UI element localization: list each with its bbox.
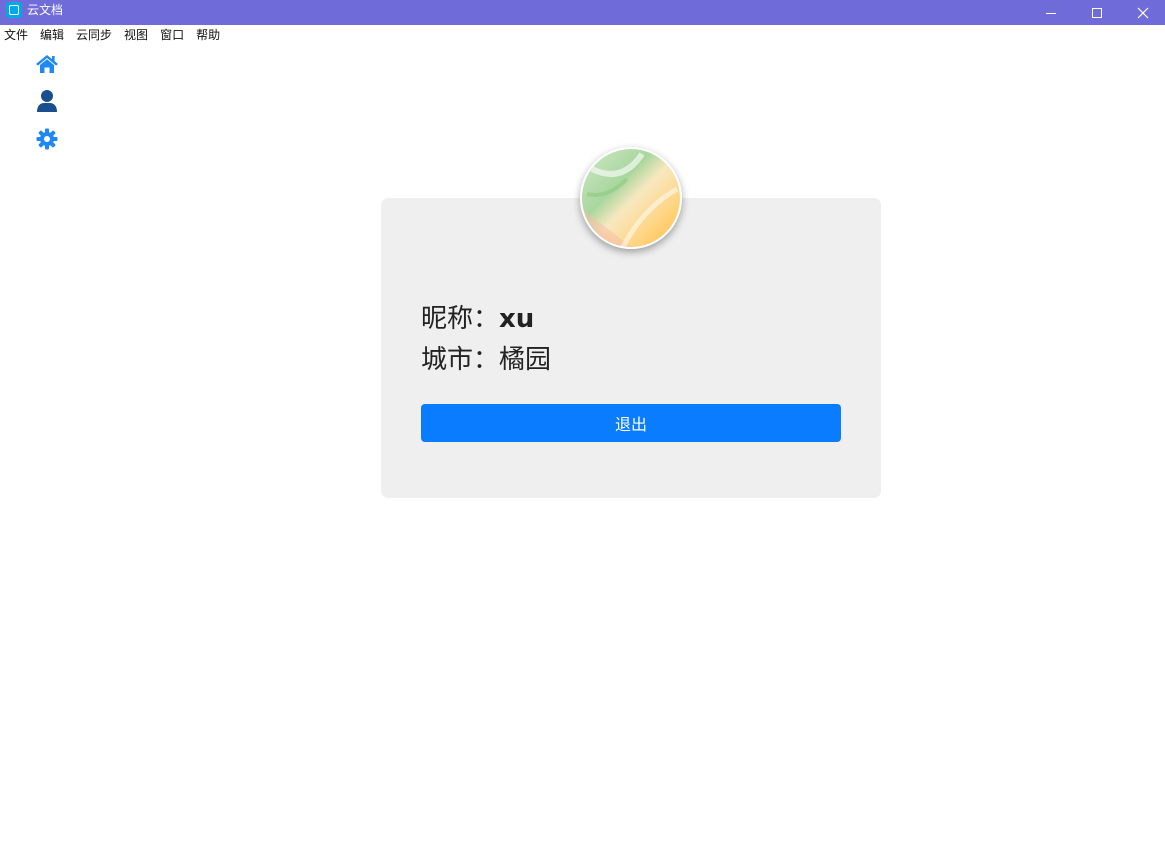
menu-cloud-sync[interactable]: 云同步	[76, 25, 112, 45]
menu-view[interactable]: 视图	[124, 25, 148, 45]
window-title: 云文档	[27, 3, 64, 17]
avatar	[580, 147, 682, 249]
minimize-button[interactable]	[1028, 0, 1074, 25]
nav-settings[interactable]	[35, 127, 59, 151]
maximize-icon	[1092, 7, 1102, 18]
app-logo-icon	[6, 2, 22, 18]
avatar-image	[582, 149, 680, 247]
city-value: 橘园	[499, 345, 552, 375]
city-label: 城市：	[421, 345, 500, 375]
nav-user[interactable]	[35, 89, 59, 113]
maximize-button[interactable]	[1074, 0, 1120, 25]
menu-window[interactable]: 窗口	[160, 25, 184, 45]
user-icon	[37, 90, 57, 112]
menu-help[interactable]: 帮助	[196, 25, 220, 45]
nav-home[interactable]	[35, 52, 59, 76]
minimize-icon	[1046, 12, 1056, 14]
nickname-label: 昵称：	[421, 304, 500, 334]
gear-icon	[36, 128, 58, 150]
close-icon	[1137, 7, 1149, 18]
menu-bar: 文件 编辑 云同步 视图 窗口 帮助	[0, 25, 1165, 45]
title-bar: 云文档	[0, 0, 1165, 25]
menu-edit[interactable]: 编辑	[40, 25, 64, 45]
close-button[interactable]	[1120, 0, 1165, 25]
menu-file[interactable]: 文件	[4, 25, 28, 45]
city-row: 城市：橘园	[421, 344, 551, 376]
home-icon	[36, 55, 58, 73]
nickname-row: 昵称：xu	[421, 303, 534, 335]
nickname-value: xu	[499, 304, 535, 334]
logout-button[interactable]: 退出	[421, 404, 841, 442]
